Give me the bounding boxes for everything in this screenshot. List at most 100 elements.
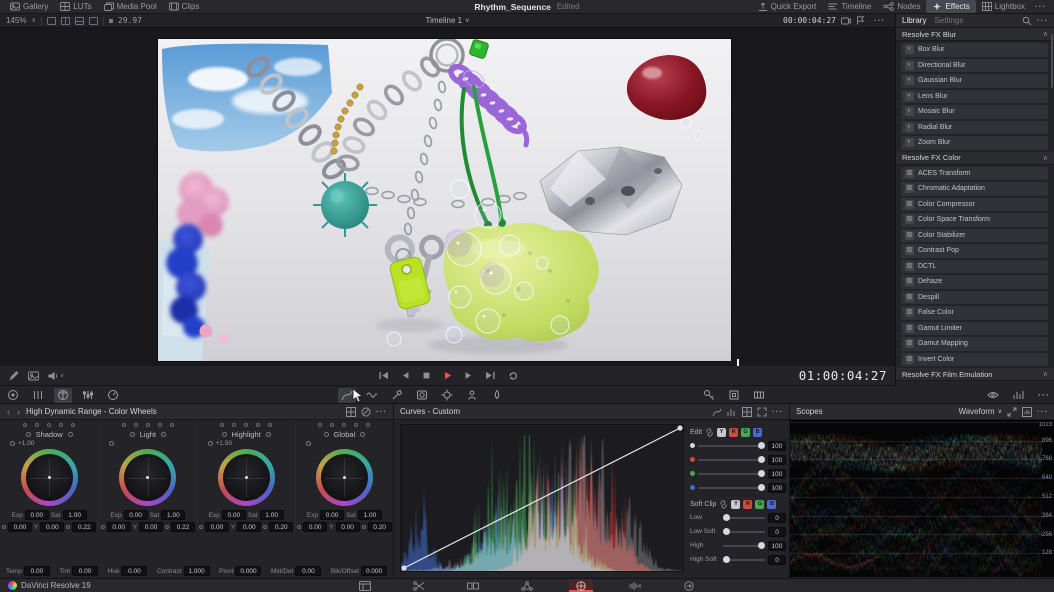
reset-icon[interactable] (263, 525, 267, 529)
motion-effects-palette-icon[interactable] (104, 388, 122, 403)
temp-value[interactable]: 0.00 (24, 566, 50, 576)
sat-value[interactable]: 1.00 (161, 510, 185, 520)
y-value[interactable]: 0.00 (237, 522, 261, 532)
zoom-fit-icon[interactable] (757, 407, 767, 417)
fx-item[interactable]: ▧Color Compressor (901, 198, 1048, 212)
wheel-target-icon[interactable] (68, 432, 73, 437)
curves-menu-icon[interactable]: ··· (772, 407, 783, 416)
wheel-target-icon[interactable] (360, 432, 365, 437)
fx-item[interactable]: ◐Directional Blur (901, 59, 1048, 73)
viewer[interactable] (0, 28, 895, 366)
rgb-mixer-palette-icon[interactable] (79, 388, 97, 403)
exp-value[interactable]: 0.00 (124, 510, 148, 520)
exposure-knob-icon[interactable] (109, 441, 114, 446)
sizing-palette-icon[interactable] (725, 388, 743, 403)
channel-y-value[interactable]: 100 (768, 441, 786, 451)
fx-item[interactable]: ◐Zoom Blur (901, 136, 1048, 150)
y-value[interactable]: 0.00 (40, 522, 64, 532)
zoom-dropdown-icon[interactable]: ∨ (31, 17, 35, 24)
single-view-icon[interactable] (47, 17, 56, 25)
wheel-reset-icon[interactable] (222, 432, 227, 437)
play-button[interactable] (442, 371, 452, 380)
timeline-button[interactable]: Timeline (822, 0, 877, 13)
enhanced-view-icon[interactable] (89, 17, 98, 25)
gallery-button[interactable]: Gallery (4, 0, 54, 13)
luts-button[interactable]: LUTs (54, 0, 97, 13)
audio-dropdown-icon[interactable]: ∨ (60, 373, 64, 379)
softclip-r-swatch[interactable]: R (743, 500, 752, 509)
channel-y-swatch[interactable]: Y (717, 428, 726, 437)
hue-value[interactable]: 0.00 (121, 566, 147, 576)
fx-item[interactable]: ▧Dehaze (901, 275, 1048, 289)
fx-item[interactable]: ▧False Color (901, 306, 1048, 320)
stop-button[interactable] (421, 371, 431, 380)
channel-y-slider[interactable] (698, 445, 765, 447)
sat-value[interactable]: 1.00 (63, 510, 87, 520)
color-wheel[interactable] (316, 449, 373, 506)
timeline-selector[interactable]: Timeline 1 ∨ (425, 16, 469, 25)
histogram-toggle-icon[interactable] (727, 407, 737, 417)
grid-view-icon[interactable] (75, 17, 84, 25)
range-value[interactable]: 0.22 (72, 522, 96, 532)
flag-icon[interactable] (856, 16, 865, 25)
reset-icon[interactable] (2, 525, 6, 529)
curve-graph[interactable] (400, 424, 684, 572)
loop-button[interactable] (507, 371, 518, 380)
hue-curves-palette-icon[interactable] (363, 388, 381, 403)
media-pool-button[interactable]: Media Pool (98, 0, 163, 13)
fairlight-page-button[interactable] (623, 579, 647, 592)
tracker-palette-icon[interactable] (438, 388, 456, 403)
hdr-zone-knobs[interactable] (122, 423, 174, 427)
exp-value[interactable]: 0.00 (320, 510, 344, 520)
channel-r-swatch[interactable]: R (729, 428, 738, 437)
fx-item[interactable]: ▧Gamut Limiter (901, 322, 1048, 336)
scopes-row-menu-icon[interactable]: ··· (1034, 390, 1054, 400)
hdr-menu-icon[interactable]: ··· (376, 407, 387, 416)
media-page-button[interactable] (353, 579, 377, 592)
fx-item[interactable]: ▧Invert Color (901, 353, 1048, 367)
step-forward-button[interactable] (463, 371, 473, 380)
exp-value[interactable]: 0.00 (25, 510, 49, 520)
exp-value[interactable]: 0.00 (222, 510, 246, 520)
hdr-zone-knobs[interactable] (23, 423, 75, 427)
fx-section-header-blur[interactable]: Resolve FX Blur ∧ (896, 28, 1054, 41)
quick-export-button[interactable]: Quick Export (752, 0, 823, 13)
reset-icon[interactable] (66, 525, 70, 529)
wheel-reset-icon[interactable] (130, 432, 135, 437)
x-value[interactable]: 0.00 (303, 522, 327, 532)
audio-mute-icon[interactable] (48, 371, 58, 381)
effects-button[interactable]: Effects (926, 0, 975, 13)
annotate-pen-icon[interactable] (8, 370, 19, 381)
palette-prev-icon[interactable]: ‹ (6, 407, 11, 417)
bypass-icon[interactable] (361, 407, 371, 417)
qualifier-palette-icon[interactable] (388, 388, 406, 403)
clips-button[interactable]: Clips (163, 0, 206, 13)
library-menu-icon[interactable]: ··· (1037, 16, 1048, 25)
wheel-reset-icon[interactable] (26, 432, 31, 437)
fx-item[interactable]: ▧Chromatic Adaptation (901, 182, 1048, 196)
channel-g-swatch[interactable]: G (741, 428, 750, 437)
scope-mode-selector[interactable]: Waveform ∨ (958, 407, 1002, 416)
expand-icon[interactable] (1007, 407, 1017, 417)
color-wheel[interactable] (21, 449, 78, 506)
power-window-palette-icon[interactable] (413, 388, 431, 403)
exposure-knob-icon[interactable] (10, 441, 15, 446)
black-offset-value[interactable]: 0.000 (361, 566, 387, 576)
softclip-g-swatch[interactable]: G (755, 500, 764, 509)
high-soft-value[interactable]: 0 (768, 555, 786, 565)
wheel-target-icon[interactable] (161, 432, 166, 437)
exposure-knob-icon[interactable] (208, 441, 213, 446)
viewer-menu-icon[interactable]: ··· (870, 16, 889, 25)
fx-item[interactable]: ◐Box Blur (901, 43, 1048, 57)
channel-g-slider[interactable] (698, 473, 765, 475)
sat-value[interactable]: 1.00 (358, 510, 382, 520)
reset-icon[interactable] (199, 525, 203, 529)
exposure-knob-icon[interactable] (306, 441, 311, 446)
range-value[interactable]: 0.20 (269, 522, 293, 532)
x-value[interactable]: 0.00 (205, 522, 229, 532)
viewer-playhead-tick[interactable] (737, 359, 739, 366)
fx-item[interactable]: ▧ACES Transform (901, 167, 1048, 181)
fx-item[interactable]: ▧Gamut Mapping (901, 337, 1048, 351)
top-bar-menu-icon[interactable]: ··· (1031, 2, 1050, 11)
curves-palette-icon[interactable] (338, 388, 356, 403)
